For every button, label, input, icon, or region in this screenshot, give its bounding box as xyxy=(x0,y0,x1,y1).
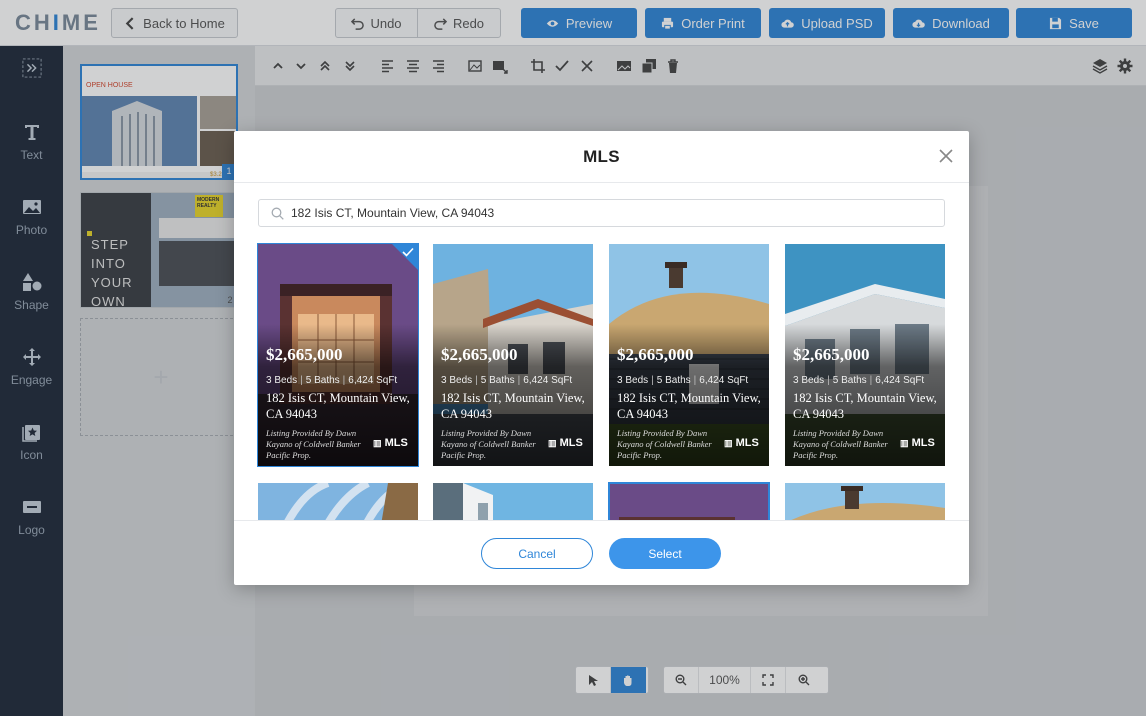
listing-specs: 3 Beds | 5 Baths | 6,424 SqFt xyxy=(441,375,573,386)
listing-price: $2,665,000 xyxy=(617,345,694,364)
listing-card[interactable] xyxy=(785,483,945,520)
mls-modal: MLS 182 Isis CT, Mountain View, CA 94043… xyxy=(234,131,969,585)
select-button[interactable]: Select xyxy=(609,538,721,569)
listing-specs: 3 Beds | 5 Baths | 6,424 SqFt xyxy=(793,375,925,386)
listing-price: $2,665,000 xyxy=(266,345,343,364)
listing-card[interactable] xyxy=(608,482,770,520)
listing-price: $2,665,000 xyxy=(793,345,870,364)
listing-address: 182 Isis CT, Mountain View, CA 94043 xyxy=(441,391,585,421)
mls-logo-text: MLS xyxy=(559,437,583,449)
listing-photo xyxy=(258,483,418,520)
listing-provider: Listing Provided By Dawn Kayano of Coldw… xyxy=(617,428,712,460)
listing-sqft: 6,424 SqFt xyxy=(875,375,925,386)
modal-footer-divider xyxy=(234,520,969,521)
listing-specs: 3 Beds | 5 Baths | 6,424 SqFt xyxy=(266,375,398,386)
listing-baths: 5 Baths xyxy=(305,375,340,386)
mls-search-input[interactable]: 182 Isis CT, Mountain View, CA 94043 xyxy=(258,199,945,227)
search-value: 182 Isis CT, Mountain View, CA 94043 xyxy=(291,206,495,220)
listing-address: 182 Isis CT, Mountain View, CA 94043 xyxy=(617,391,761,421)
listing-baths: 5 Baths xyxy=(656,375,691,386)
listing-card[interactable]: $2,665,000 3 Beds | 5 Baths | 6,424 SqFt 182… xyxy=(433,244,593,466)
mls-logo: ▥ MLS xyxy=(900,437,935,449)
listing-beds: 3 Beds xyxy=(266,375,298,386)
listing-card[interactable] xyxy=(258,483,418,520)
listing-card[interactable] xyxy=(433,483,593,520)
listing-photo xyxy=(433,483,593,520)
listing-provider: Listing Provided By Dawn Kayano of Coldw… xyxy=(793,428,888,460)
listing-beds: 3 Beds xyxy=(441,375,473,386)
modal-title: MLS xyxy=(583,147,620,166)
listing-address: 182 Isis CT, Mountain View, CA 94043 xyxy=(266,391,410,421)
search-icon xyxy=(271,207,284,220)
listing-photo xyxy=(609,483,769,520)
listing-sqft: 6,424 SqFt xyxy=(523,375,573,386)
check-icon xyxy=(402,247,414,257)
listing-address: 182 Isis CT, Mountain View, CA 94043 xyxy=(793,391,937,421)
close-icon[interactable] xyxy=(938,148,954,164)
listing-price: $2,665,000 xyxy=(441,345,518,364)
listing-card[interactable]: $2,665,000 3 Beds | 5 Baths | 6,424 SqFt 182… xyxy=(785,244,945,466)
mls-logo: ▥ MLS xyxy=(373,437,408,449)
cancel-button[interactable]: Cancel xyxy=(481,538,593,569)
listing-beds: 3 Beds xyxy=(793,375,825,386)
modal-header-divider xyxy=(234,182,969,183)
listing-sqft: 6,424 SqFt xyxy=(699,375,749,386)
listing-baths: 5 Baths xyxy=(832,375,867,386)
mls-logo-text: MLS xyxy=(911,437,935,449)
listing-provider: Listing Provided By Dawn Kayano of Coldw… xyxy=(266,428,361,460)
listing-specs: 3 Beds | 5 Baths | 6,424 SqFt xyxy=(617,375,749,386)
listing-card[interactable]: $2,665,000 3 Beds | 5 Baths | 6,424 SqFt 182… xyxy=(609,244,769,466)
mls-logo: ▥ MLS xyxy=(548,437,583,449)
listing-card[interactable]: $2,665,000 3 Beds | 5 Baths | 6,424 SqFt 182… xyxy=(257,243,419,467)
mls-logo: ▥ MLS xyxy=(724,437,759,449)
mls-logo-text: MLS xyxy=(735,437,759,449)
listing-baths: 5 Baths xyxy=(480,375,515,386)
listing-provider: Listing Provided By Dawn Kayano of Coldw… xyxy=(441,428,536,460)
listing-sqft: 6,424 SqFt xyxy=(348,375,398,386)
listing-grid: $2,665,000 3 Beds | 5 Baths | 6,424 SqFt 182… xyxy=(234,243,969,520)
listing-photo xyxy=(785,483,945,520)
mls-logo-text: MLS xyxy=(384,437,408,449)
listing-beds: 3 Beds xyxy=(617,375,649,386)
